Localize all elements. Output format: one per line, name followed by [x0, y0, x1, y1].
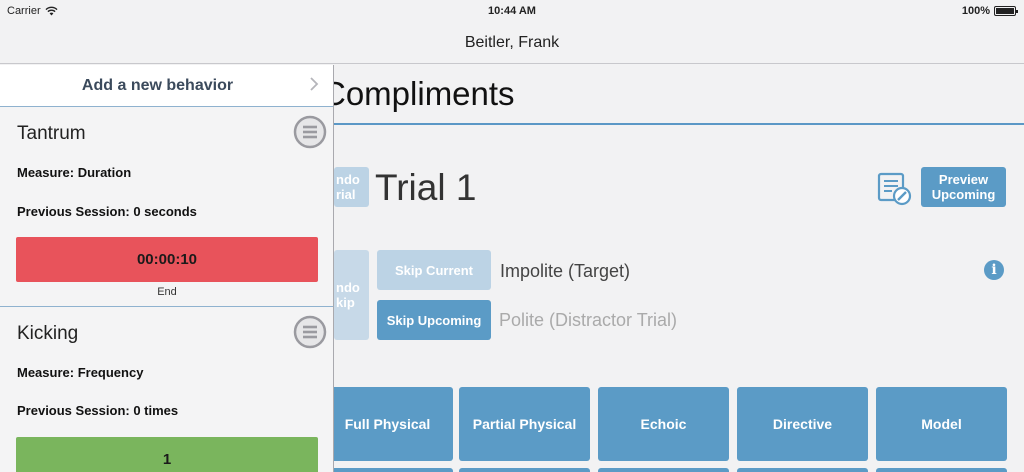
prompt-button-row2[interactable] [598, 468, 729, 472]
undo-skip-button[interactable]: ndo kip [334, 250, 369, 340]
add-behavior-label: Add a new behavior [81, 77, 234, 94]
notepad-edit-icon[interactable] [876, 170, 912, 206]
navigation-bar: Beitler, Frank [0, 22, 1024, 64]
prompt-button-row2[interactable] [737, 468, 868, 472]
prompt-model-button[interactable]: Model [876, 387, 1007, 461]
add-behavior-row[interactable]: Add a new behavior [0, 65, 333, 107]
battery-percent: 100% [961, 5, 990, 17]
program-title: Compliments [322, 75, 515, 112]
menu-icon[interactable] [293, 315, 327, 349]
timer-end-label: End [157, 286, 177, 298]
menu-icon[interactable] [293, 115, 327, 149]
behavior-name: Kicking [17, 323, 79, 344]
prompt-directive-button[interactable]: Directive [737, 387, 868, 461]
behavior-previous-session: Previous Session: 0 times [17, 403, 179, 418]
skip-upcoming-button[interactable]: Skip Upcoming [377, 300, 491, 340]
undo-trial-button[interactable]: ndo rial [334, 167, 369, 207]
behavior-measure: Measure: Duration [17, 165, 132, 180]
prompt-partial-physical-button[interactable]: Partial Physical [459, 387, 590, 461]
frequency-count-button[interactable]: 1 [16, 437, 318, 472]
status-bar: Carrier 10:44 AM 100% [0, 0, 1024, 22]
prompt-full-physical-button[interactable]: Full Physical [322, 387, 453, 461]
chevron-right-icon [310, 77, 319, 91]
title-divider [334, 123, 1024, 125]
behavior-previous-session: Previous Session: 0 seconds [17, 204, 197, 219]
duration-timer-button[interactable]: 00:00:10 [16, 237, 318, 282]
skip-current-button[interactable]: Skip Current [377, 250, 491, 290]
target-stimulus-label: Impolite (Target) [500, 261, 631, 281]
behavior-divider [0, 306, 333, 307]
preview-upcoming-button[interactable]: Preview Upcoming [921, 167, 1006, 207]
student-name-title: Beitler, Frank [464, 34, 560, 51]
behavior-panel: Add a new behavior Tantrum Measure: Dura… [0, 65, 334, 472]
trial-title: Trial 1 [375, 167, 477, 208]
clock: 10:44 AM [488, 5, 536, 17]
prompt-button-row2[interactable] [459, 468, 590, 472]
prompt-button-row2[interactable] [876, 468, 1007, 472]
prompt-button-row2[interactable] [322, 468, 453, 472]
info-icon[interactable]: i [984, 260, 1004, 280]
battery-icon [994, 6, 1018, 16]
battery-indicator: 100% [961, 5, 1018, 17]
prompt-echoic-button[interactable]: Echoic [598, 387, 729, 461]
behavior-name: Tantrum [17, 123, 86, 144]
distractor-stimulus-label: Polite (Distractor Trial) [499, 310, 678, 330]
behavior-measure: Measure: Frequency [17, 365, 144, 380]
